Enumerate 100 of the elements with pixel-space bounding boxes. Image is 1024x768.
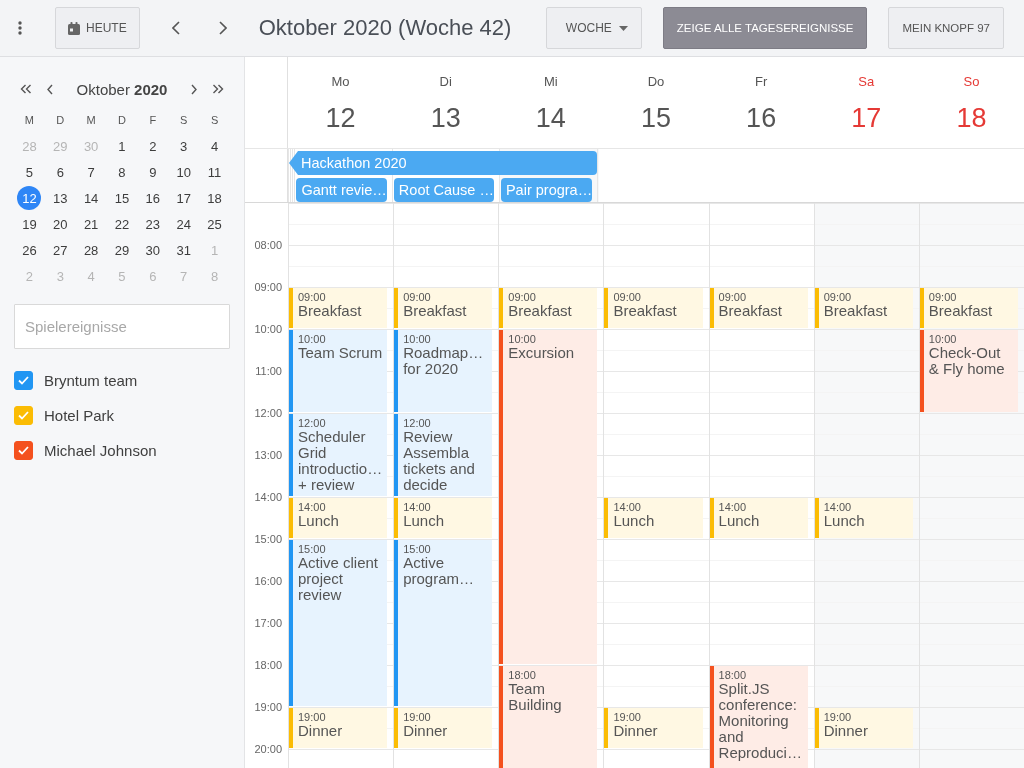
event-title: Excursion [508, 345, 575, 361]
date-cell[interactable]: 19 [17, 212, 42, 236]
day-number[interactable]: 18 [956, 103, 987, 133]
day-number[interactable]: 17 [851, 103, 882, 133]
checkbox[interactable] [14, 405, 33, 425]
event-title: Dinner [823, 723, 868, 739]
date-cell[interactable]: 12 [17, 186, 42, 210]
date-cell[interactable]: 23 [140, 212, 165, 236]
date-cell[interactable]: 11 [202, 160, 227, 184]
calendar-label[interactable]: Hotel Park [44, 406, 115, 424]
calendar-event[interactable]: 18:00 Team Building [499, 666, 598, 768]
event-time: 18:00 [508, 669, 536, 681]
calendar-event[interactable]: 14:00 Lunch [289, 498, 388, 538]
event-time: 09:00 [298, 291, 326, 303]
calendar-event[interactable]: 14:00 Lunch [709, 498, 808, 538]
calendar-event[interactable]: 10:00 Team Scrum [289, 330, 388, 412]
calendar-label[interactable]: Bryntum team [44, 371, 138, 389]
date-cell[interactable]: 17 [171, 186, 196, 210]
date-cell[interactable]: 24 [171, 212, 196, 236]
calendar-event[interactable]: 09:00 Breakfast [919, 288, 1018, 328]
date-cell[interactable]: 13 [48, 186, 73, 210]
date-cell[interactable]: 27 [48, 238, 73, 262]
date-cell[interactable]: 8 [110, 160, 134, 184]
weekday-label: Fr [755, 74, 768, 90]
day-number[interactable]: 15 [640, 103, 671, 133]
date-cell[interactable]: 29 [110, 238, 134, 262]
calendar-event[interactable]: 14:00 Lunch [604, 498, 703, 538]
event-time: 09:00 [718, 291, 747, 303]
date-cell[interactable]: 4 [202, 134, 227, 158]
date-cell[interactable]: 25 [202, 212, 227, 236]
date-cell[interactable]: 22 [110, 212, 134, 236]
calendar-event[interactable]: 15:00 Active program… [394, 540, 493, 706]
event-time: 14:00 [403, 501, 431, 513]
calendar-icon [68, 21, 80, 35]
event-time: 14:00 [823, 501, 852, 513]
calendar-event[interactable]: 12:00 Scheduler Grid introductio… + review [289, 414, 388, 496]
day-number[interactable]: 16 [746, 103, 777, 133]
chevron-left-icon[interactable] [171, 21, 180, 35]
double-chevron-right-icon[interactable] [212, 84, 224, 94]
chevron-right-icon[interactable] [218, 21, 227, 35]
calendar-event[interactable]: 19:00 Dinner [814, 708, 913, 748]
date-cell[interactable]: 16 [140, 186, 165, 210]
day-number[interactable]: 14 [535, 103, 566, 133]
chevron-left-icon[interactable] [47, 83, 53, 95]
calendar-event[interactable]: 19:00 Dinner [394, 708, 493, 748]
date-cell[interactable]: 3 [171, 134, 196, 158]
calendar-event[interactable]: 10:00 Roadmap… for 2020 [394, 330, 493, 412]
calendar-event[interactable]: 15:00 Active client project review [289, 540, 388, 706]
date-cell[interactable]: 30 [140, 238, 165, 262]
date-cell[interactable]: 6 [48, 160, 73, 184]
day-number[interactable]: 13 [430, 103, 461, 133]
calendar-event[interactable]: 10:00 Excursion [499, 330, 598, 664]
calendar-event[interactable]: 19:00 Dinner [604, 708, 703, 748]
date-cell[interactable]: 20 [48, 212, 73, 236]
event-time: 10:00 [298, 333, 326, 345]
date-cell[interactable]: 9 [140, 160, 165, 184]
event-time: 18:00 [718, 669, 747, 681]
calendar-event[interactable]: 09:00 Breakfast [394, 288, 493, 328]
chevron-right-icon[interactable] [191, 83, 197, 95]
today-button[interactable]: HEUTE [55, 7, 140, 49]
calendar-event[interactable]: 09:00 Breakfast [289, 288, 388, 328]
event-time: 09:00 [928, 291, 957, 303]
calendar-event[interactable]: 10:00 Check-Out & Fly home [919, 330, 1018, 412]
event-title: Lunch [823, 513, 865, 529]
toolbar-button[interactable]: MEIN KNOPF 97 [888, 7, 1004, 49]
date-cell[interactable]: 5 [17, 160, 42, 184]
date-cell[interactable]: 2 [140, 134, 165, 158]
double-chevron-left-icon[interactable] [20, 84, 32, 94]
hour-label: 19:00 [254, 700, 282, 714]
calendar-event[interactable]: 14:00 Lunch [394, 498, 493, 538]
view-dropdown[interactable]: WOCHE [545, 7, 642, 49]
hour-label: 09:00 [254, 280, 282, 294]
weekday-label: S [180, 114, 188, 126]
date-cell[interactable]: 10 [171, 160, 196, 184]
calendar-event[interactable]: 14:00 Lunch [814, 498, 913, 538]
date-cell[interactable]: 15 [110, 186, 134, 210]
date-cell[interactable]: 18 [202, 186, 227, 210]
date-cell[interactable]: 21 [79, 212, 104, 236]
calendar-event[interactable]: 09:00 Breakfast [499, 288, 598, 328]
calendar-label[interactable]: Michael Johnson [44, 441, 157, 459]
date-cell[interactable]: 7 [79, 160, 104, 184]
date-cell[interactable]: 28 [79, 238, 104, 262]
day-number[interactable]: 12 [325, 103, 356, 133]
date-cell[interactable]: 26 [17, 238, 42, 262]
menu-icon[interactable] [18, 21, 22, 35]
calendar-event[interactable]: 09:00 Breakfast [814, 288, 913, 328]
filter-field[interactable]: Spielereignisse [14, 304, 230, 349]
event-title: Dinner [298, 723, 343, 739]
calendar-event[interactable]: 18:00 Split.JS conference: Monitoring and Reproduci… [709, 666, 808, 768]
event-title: Check-Out & Fly home [928, 345, 1006, 377]
date-cell[interactable]: 1 [110, 134, 134, 158]
date-cell[interactable]: 14 [79, 186, 104, 210]
calendar-event[interactable]: 19:00 Dinner [289, 708, 388, 748]
calendar-event[interactable]: 09:00 Breakfast [604, 288, 703, 328]
checkbox[interactable] [14, 370, 33, 390]
calendar-event[interactable]: 09:00 Breakfast [709, 288, 808, 328]
event-title: Dinner [403, 723, 448, 739]
date-cell[interactable]: 31 [171, 238, 196, 262]
checkbox[interactable] [14, 440, 33, 460]
calendar-event[interactable]: 12:00 Review Assembla tickets and decide [394, 414, 493, 496]
